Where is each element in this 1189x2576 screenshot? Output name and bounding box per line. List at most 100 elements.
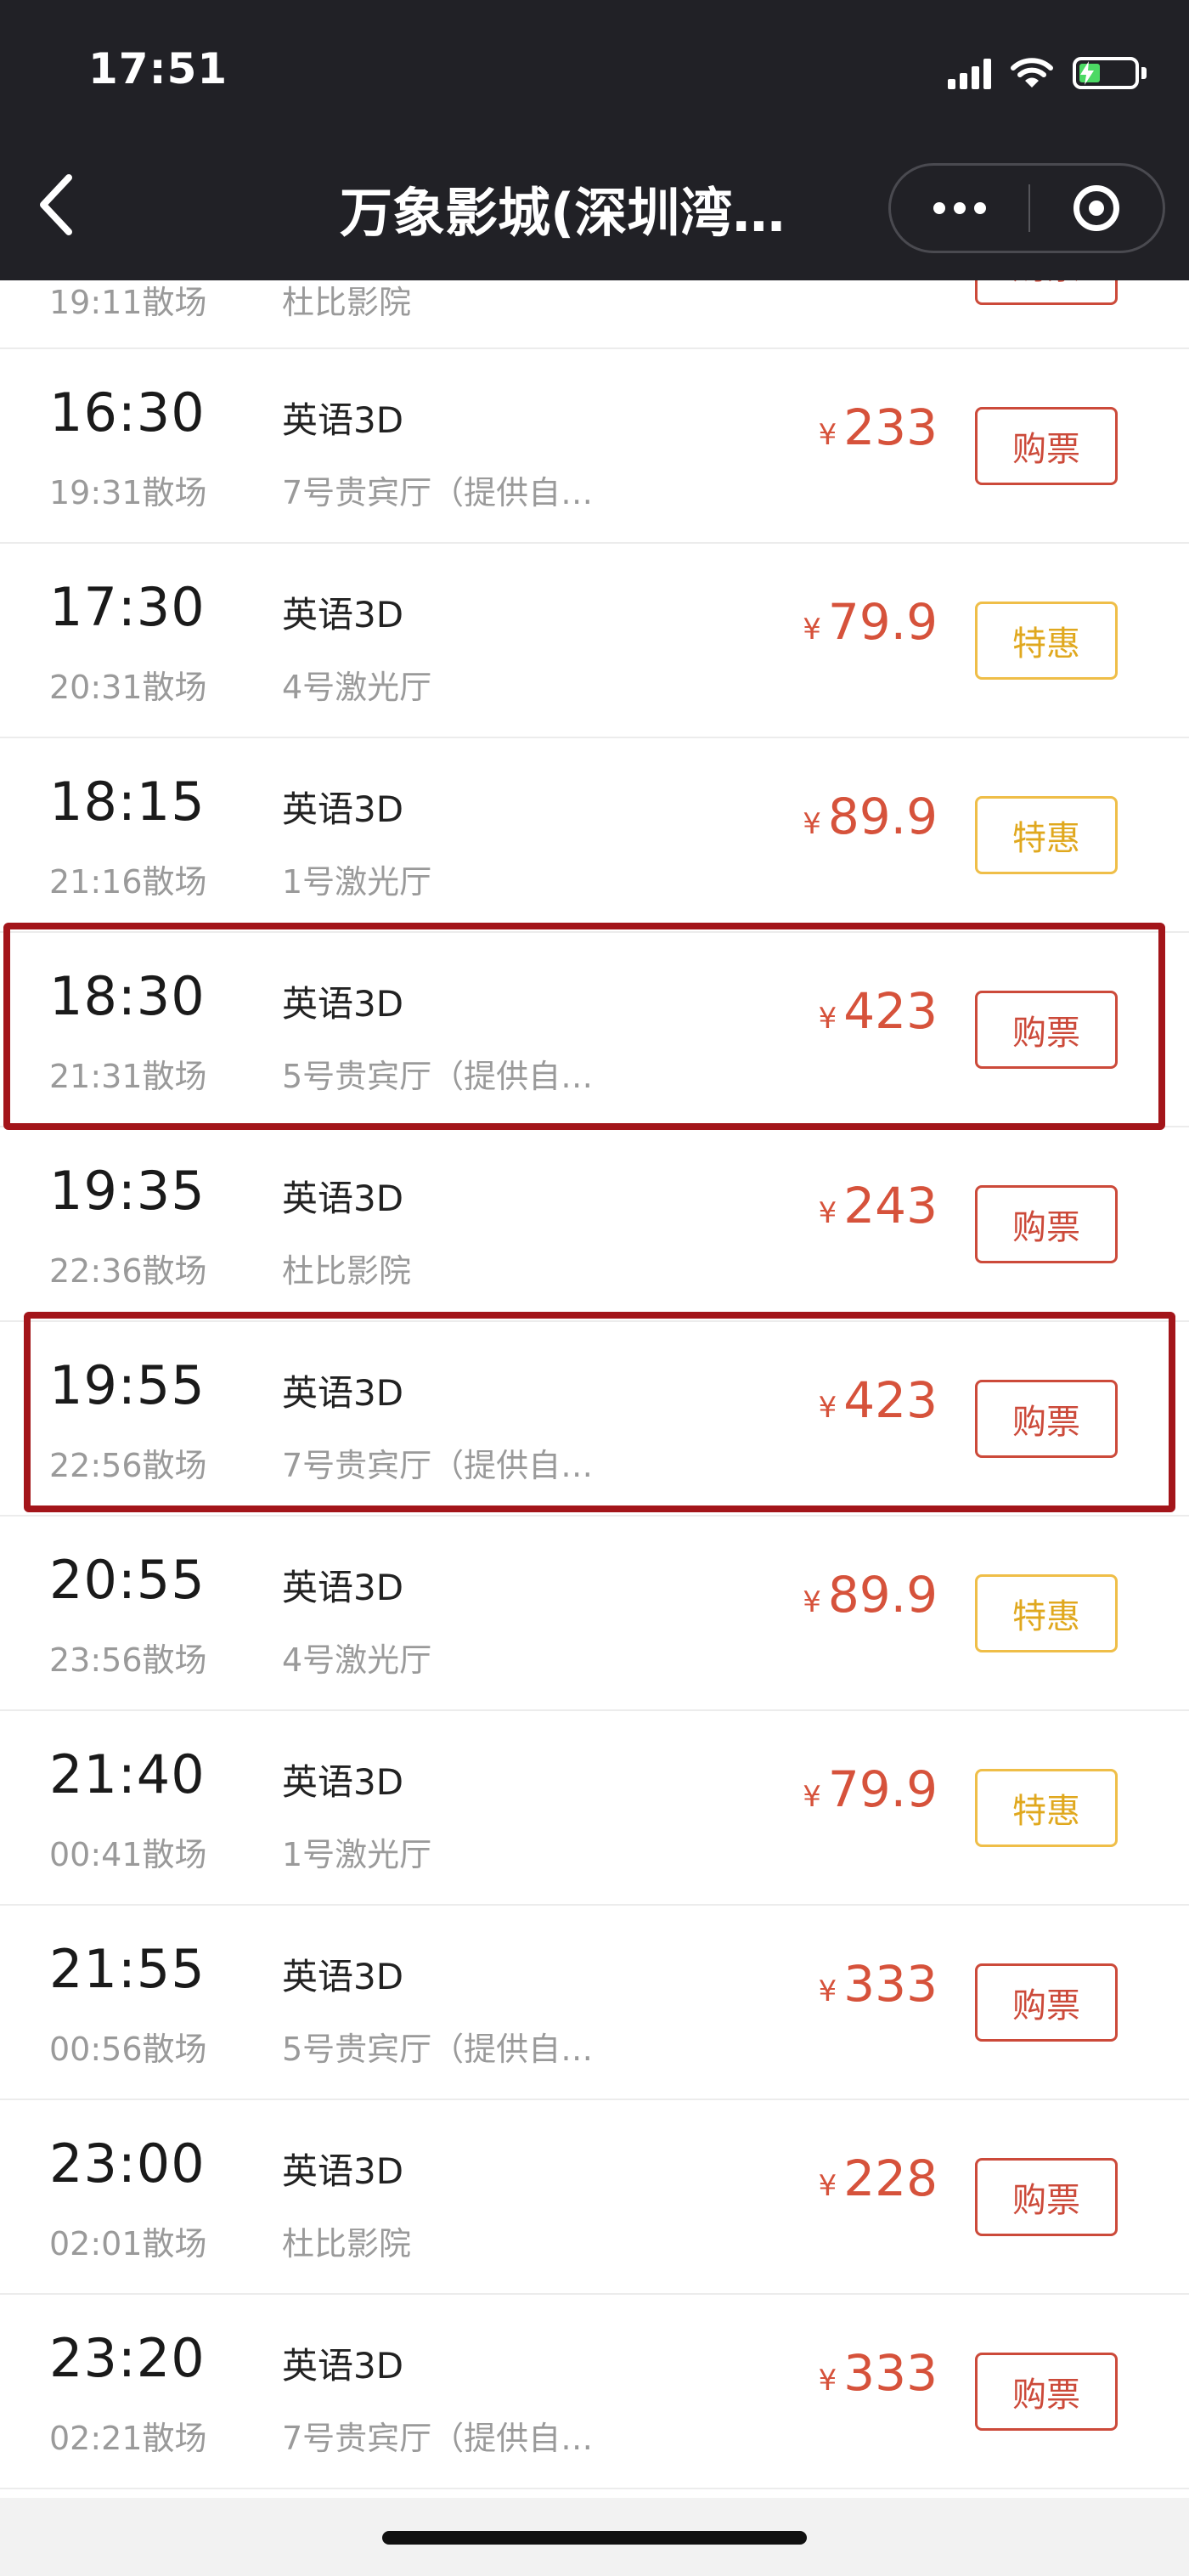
language-format: 英语3D: [282, 2150, 404, 2192]
end-time: 00:56散场: [49, 2031, 207, 2068]
showtime-row[interactable]: 23:00 02:01散场 英语3D 杜比影院 ¥228 购票: [0, 2100, 1189, 2295]
buy-ticket-button[interactable]: 购票: [975, 2353, 1118, 2431]
ticket-price: ¥423: [819, 982, 938, 1040]
buy-ticket-button[interactable]: 购票: [975, 1963, 1118, 2042]
end-time: 20:31散场: [49, 669, 207, 706]
start-time: 20:55: [49, 1549, 206, 1611]
end-time: 23:56散场: [49, 1641, 207, 1679]
hall-name: 5号贵宾厅（提供自…: [282, 2031, 594, 2068]
price-amount: 89.9: [827, 788, 938, 845]
signal-icon: [948, 57, 991, 89]
showtime-row[interactable]: 19:55 22:56散场 英语3D 7号贵宾厅（提供自… ¥423 购票: [0, 1322, 1189, 1517]
end-time: 22:56散场: [49, 1447, 207, 1484]
currency-symbol: ¥: [803, 613, 821, 647]
showtime-row[interactable]: 20:55 23:56散场 英语3D 4号激光厅 ¥89.9 特惠: [0, 1517, 1189, 1711]
end-time: 21:31散场: [49, 1058, 207, 1095]
hall-name: 杜比影院: [282, 284, 412, 321]
back-button[interactable]: [25, 167, 85, 243]
price-amount: 79.9: [827, 593, 938, 651]
deal-button[interactable]: 特惠: [975, 1574, 1118, 1652]
price-amount: 233: [843, 398, 938, 456]
target-circle-icon: [1073, 185, 1119, 231]
ticket-price: ¥79.9: [803, 1760, 938, 1818]
end-time: 02:21散场: [49, 2420, 207, 2457]
chevron-left-icon: [40, 174, 72, 235]
start-time: 19:35: [49, 1160, 206, 1222]
start-time: 17:30: [49, 576, 206, 638]
hall-name: 杜比影院: [282, 1252, 412, 1290]
start-time: 18:15: [49, 771, 206, 833]
ticket-price: ¥233: [819, 398, 938, 456]
showtime-row[interactable]: 19:35 22:36散场 英语3D 杜比影院 ¥243 购票: [0, 1127, 1189, 1322]
price-amount: 423: [843, 982, 938, 1040]
buy-ticket-button[interactable]: 购票: [975, 1185, 1118, 1263]
showtimes-page: 19:11散场 杜比影院 购票 16:3019:31散场英语3D7号贵宾厅（提供…: [0, 0, 1189, 2576]
showtime-row[interactable]: 21:55 00:56散场 英语3D 5号贵宾厅（提供自… ¥333 购票: [0, 1906, 1189, 2100]
hall-name: 4号激光厅: [282, 669, 432, 706]
language-format: 英语3D: [282, 1956, 404, 1997]
price-amount: 333: [843, 2344, 938, 2402]
price-amount: 243: [843, 1177, 938, 1234]
start-time: 18:30: [49, 965, 206, 1027]
price-amount: 333: [843, 1955, 938, 2013]
status-time: 17:51: [88, 44, 228, 93]
hall-name: 杜比影院: [282, 2225, 412, 2262]
currency-symbol: ¥: [818, 1002, 837, 1036]
language-format: 英语3D: [282, 2345, 404, 2387]
showtime-row[interactable]: 18:30 21:31散场 英语3D 5号贵宾厅（提供自… ¥423 购票: [0, 933, 1189, 1127]
language-format: 英语3D: [282, 1372, 404, 1414]
end-time: 21:16散场: [49, 863, 207, 901]
showtime-row[interactable]: 16:30 19:31散场 英语3D 7号贵宾厅（提供自… ¥233 购票: [0, 349, 1189, 544]
buy-ticket-button[interactable]: 购票: [975, 1380, 1118, 1458]
language-format: 英语3D: [282, 399, 404, 441]
buy-ticket-button[interactable]: 购票: [975, 2158, 1118, 2236]
deal-button[interactable]: 特惠: [975, 602, 1118, 680]
ticket-price: ¥89.9: [803, 788, 938, 845]
showtime-row[interactable]: 18:15 21:16散场 英语3D 1号激光厅 ¥89.9 特惠: [0, 738, 1189, 933]
deal-button[interactable]: 特惠: [975, 796, 1118, 874]
end-time: 00:41散场: [49, 1836, 207, 1873]
ticket-price: ¥333: [819, 1955, 938, 2013]
buy-ticket-button[interactable]: 购票: [975, 991, 1118, 1069]
ticket-price: ¥333: [819, 2344, 938, 2402]
currency-symbol: ¥: [818, 2169, 837, 2203]
close-button[interactable]: [1030, 166, 1163, 251]
language-format: 英语3D: [282, 1761, 404, 1803]
language-format: 英语3D: [282, 594, 404, 636]
hall-name: 1号激光厅: [282, 1836, 432, 1873]
wifi-icon: [1011, 58, 1053, 88]
currency-symbol: ¥: [818, 1974, 837, 2008]
hall-name: 5号贵宾厅（提供自…: [282, 1058, 594, 1095]
more-button[interactable]: [891, 166, 1028, 251]
end-time: 22:36散场: [49, 1252, 207, 1290]
start-time: 23:00: [49, 2133, 206, 2195]
start-time: 19:55: [49, 1354, 206, 1416]
deal-button[interactable]: 特惠: [975, 1769, 1118, 1847]
buy-ticket-button[interactable]: 购票: [975, 407, 1118, 485]
language-format: 英语3D: [282, 1178, 404, 1219]
language-format: 英语3D: [282, 1567, 404, 1608]
language-format: 英语3D: [282, 983, 404, 1025]
showtime-row[interactable]: 21:40 00:41散场 英语3D 1号激光厅 ¥79.9 特惠: [0, 1711, 1189, 1906]
start-time: 23:20: [49, 2327, 206, 2389]
top-bar: 17:51 万象影城(深圳湾…: [0, 0, 1189, 280]
showtime-row[interactable]: 23:20 02:21散场 英语3D 7号贵宾厅（提供自… ¥333 购票: [0, 2295, 1189, 2489]
ticket-price: ¥423: [819, 1371, 938, 1429]
end-time: 19:31散场: [49, 474, 207, 511]
hall-name: 7号贵宾厅（提供自…: [282, 474, 594, 511]
end-time: 02:01散场: [49, 2225, 207, 2262]
ticket-price: ¥89.9: [803, 1566, 938, 1624]
start-time: 21:40: [49, 1743, 206, 1805]
home-indicator[interactable]: [382, 2531, 807, 2545]
price-amount: 228: [843, 2149, 938, 2207]
battery-charging-icon: [1073, 57, 1147, 89]
showtime-row[interactable]: 17:30 20:31散场 英语3D 4号激光厅 ¥79.9 特惠: [0, 544, 1189, 738]
currency-symbol: ¥: [818, 418, 837, 452]
currency-symbol: ¥: [818, 2364, 837, 2398]
currency-symbol: ¥: [803, 807, 821, 841]
price-amount: 79.9: [827, 1760, 938, 1818]
price-amount: 423: [843, 1371, 938, 1429]
end-time: 19:11散场: [49, 284, 207, 321]
price-amount: 89.9: [827, 1566, 938, 1624]
ticket-price: ¥79.9: [803, 593, 938, 651]
